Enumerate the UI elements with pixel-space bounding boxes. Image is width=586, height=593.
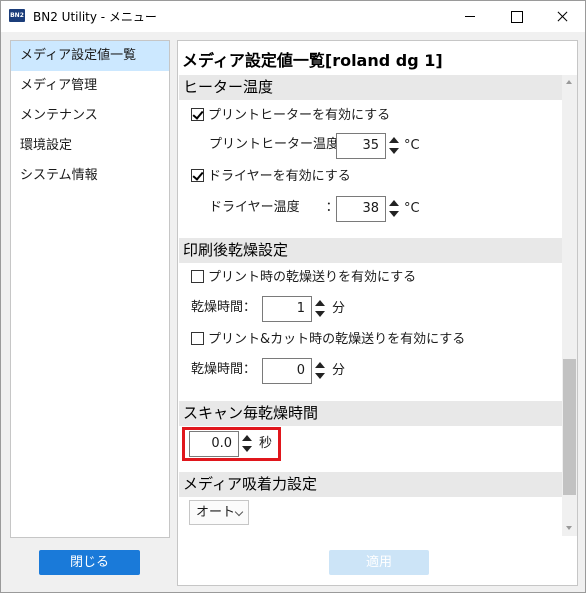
resize-grip-icon[interactable] xyxy=(573,580,583,590)
section-header-heater: ヒーター温度 xyxy=(179,75,562,100)
chevron-down-icon xyxy=(234,507,244,517)
decrement-icon[interactable] xyxy=(314,309,326,321)
title-bar: BN2 BN2 Utility - メニュー xyxy=(1,1,585,32)
cut-feed-enable-label: プリント&カット時の乾燥送りを有効にする xyxy=(208,332,466,347)
apply-button[interactable]: 適用 xyxy=(329,550,429,575)
second-unit: 秒 xyxy=(259,436,273,451)
section-header-suction: メディア吸着力設定 xyxy=(179,472,562,497)
decrement-icon[interactable] xyxy=(388,209,400,221)
dryer-enable-row[interactable]: ドライヤーを有効にする xyxy=(191,164,351,190)
sidebar: メディア設定値一覧 メディア管理 メンテナンス 環境設定 システム情報 xyxy=(10,40,170,538)
section-header-post-dry: 印刷後乾燥設定 xyxy=(179,238,562,263)
close-window-button[interactable] xyxy=(539,1,585,32)
print-heater-temp-label: プリントヒーター温度： xyxy=(209,137,353,152)
print-feed-checkbox[interactable] xyxy=(191,270,204,283)
cut-feed-enable-row[interactable]: プリント&カット時の乾燥送りを有効にする xyxy=(191,327,465,353)
sidebar-item-media-management[interactable]: メディア管理 xyxy=(11,71,169,101)
decrement-icon[interactable] xyxy=(241,444,253,456)
temp-unit: °C xyxy=(404,201,420,216)
main-panel: メディア設定値一覧[roland dg 1] ヒーター温度 プリントヒーターを有… xyxy=(177,40,578,586)
dryer-checkbox[interactable] xyxy=(191,169,204,182)
minute-unit: 分 xyxy=(332,363,346,378)
dry-time-stepper-2[interactable]: 0 xyxy=(262,358,326,384)
close-button[interactable]: 閉じる xyxy=(39,550,140,575)
sidebar-item-maintenance[interactable]: メンテナンス xyxy=(11,101,169,131)
dryer-enable-label: ドライヤーを有効にする xyxy=(208,169,351,184)
settings-scroll-area[interactable]: ヒーター温度 プリントヒーターを有効にする プリントヒーター温度： 35 °C … xyxy=(179,75,562,536)
window-title: BN2 Utility - メニュー xyxy=(33,10,157,24)
increment-icon[interactable] xyxy=(314,359,326,371)
sidebar-item-media-settings[interactable]: メディア設定値一覧 xyxy=(11,41,169,71)
dryer-temp-input[interactable]: 38 xyxy=(336,196,386,222)
increment-icon[interactable] xyxy=(314,297,326,309)
print-heater-temp-input[interactable]: 35 xyxy=(336,133,386,159)
print-heater-enable-row[interactable]: プリントヒーターを有効にする xyxy=(191,103,390,129)
section-header-scan-dry: スキャン毎乾燥時間 xyxy=(179,401,562,426)
suction-select-value: オート xyxy=(196,505,236,520)
dryer-temp-label: ドライヤー温度 ： xyxy=(209,200,339,215)
dry-time-input-1[interactable]: 1 xyxy=(262,296,312,322)
scan-dry-input[interactable]: 0.0 xyxy=(189,431,239,457)
minimize-button[interactable] xyxy=(447,1,493,32)
dry-time-input-2[interactable]: 0 xyxy=(262,358,312,384)
scan-dry-stepper[interactable]: 0.0 xyxy=(189,431,253,457)
increment-icon[interactable] xyxy=(388,134,400,146)
print-heater-checkbox[interactable] xyxy=(191,108,204,121)
app-window: BN2 BN2 Utility - メニュー メディア設定値一覧 メディア管理 … xyxy=(0,0,586,593)
print-feed-enable-row[interactable]: プリント時の乾燥送りを有効にする xyxy=(191,265,416,291)
print-heater-enable-label: プリントヒーターを有効にする xyxy=(208,108,391,123)
scroll-down-icon[interactable] xyxy=(562,521,577,536)
vertical-scrollbar[interactable] xyxy=(562,75,577,536)
dry-time-label: 乾燥時間： xyxy=(191,362,257,377)
scroll-up-icon[interactable] xyxy=(562,75,577,90)
print-feed-enable-label: プリント時の乾燥送りを有効にする xyxy=(208,270,417,285)
decrement-icon[interactable] xyxy=(388,146,400,158)
dryer-temp-stepper[interactable]: 38 xyxy=(336,196,400,222)
dry-time-label: 乾燥時間： xyxy=(191,300,257,315)
cut-feed-checkbox[interactable] xyxy=(191,332,204,345)
app-logo-icon: BN2 xyxy=(9,9,25,22)
increment-icon[interactable] xyxy=(241,432,253,444)
page-title: メディア設定値一覧[roland dg 1] xyxy=(182,51,443,70)
dry-time-stepper-1[interactable]: 1 xyxy=(262,296,326,322)
temp-unit: °C xyxy=(404,138,420,153)
sidebar-item-environment[interactable]: 環境設定 xyxy=(11,131,169,161)
decrement-icon[interactable] xyxy=(314,371,326,383)
print-heater-temp-stepper[interactable]: 35 xyxy=(336,133,400,159)
increment-icon[interactable] xyxy=(388,197,400,209)
minute-unit: 分 xyxy=(332,301,346,316)
sidebar-item-system-info[interactable]: システム情報 xyxy=(11,161,169,191)
maximize-button[interactable] xyxy=(493,1,539,32)
suction-select[interactable]: オート xyxy=(189,500,249,525)
scroll-thumb[interactable] xyxy=(563,359,576,495)
